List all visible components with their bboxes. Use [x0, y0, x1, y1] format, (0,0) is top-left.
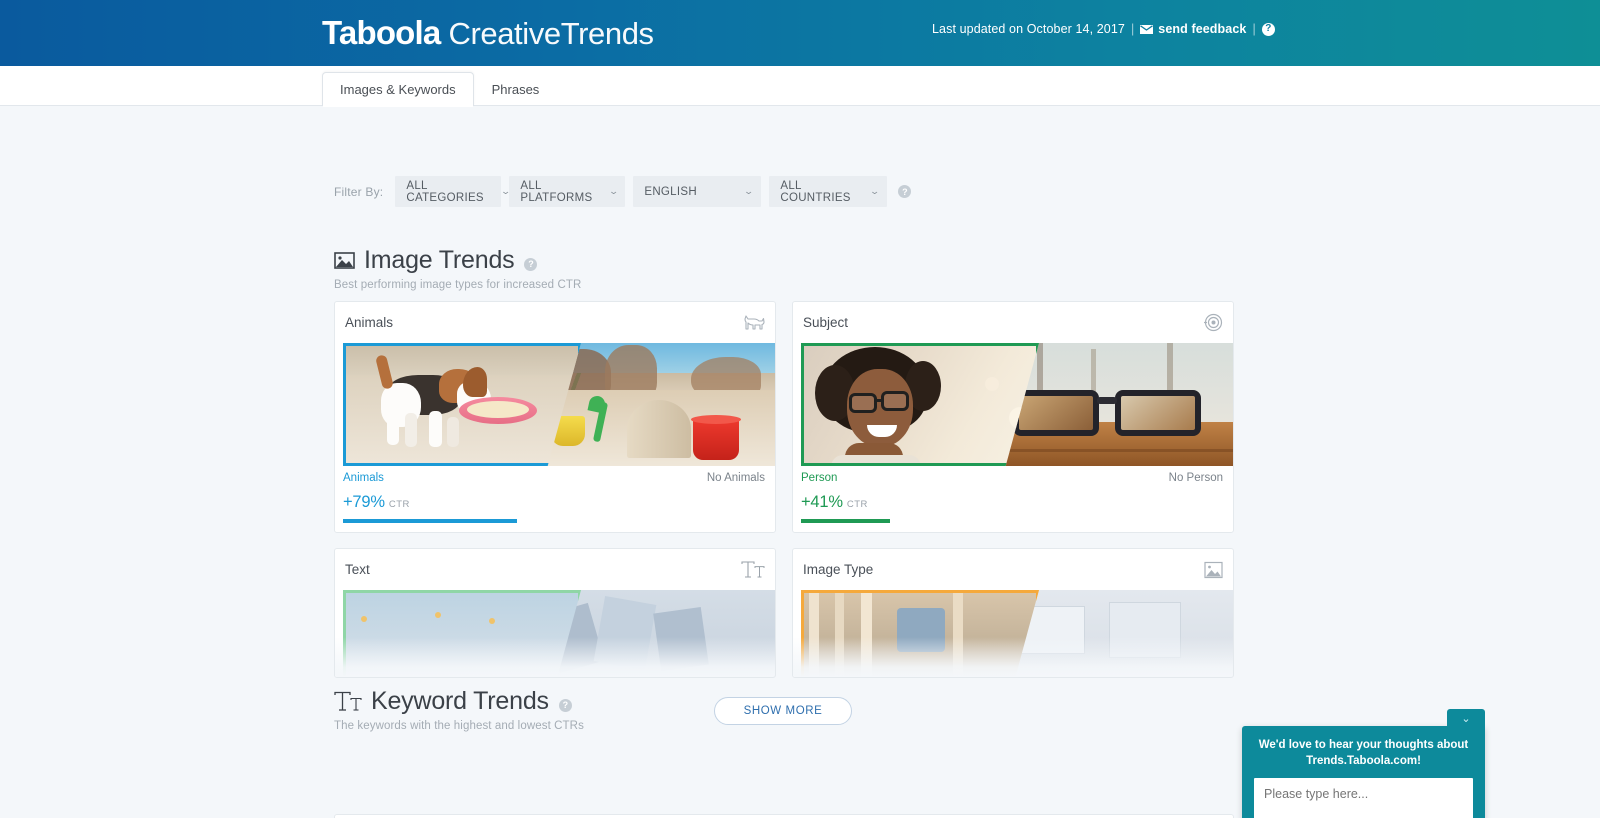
chevron-down-icon: ⌄	[868, 186, 880, 196]
card-legend-subject: Person No Person	[793, 466, 1233, 484]
image-person-highlight-frame	[801, 343, 1039, 466]
send-feedback-link[interactable]: send feedback	[1158, 22, 1246, 36]
legend-loser-animals: No Animals	[706, 472, 765, 484]
image-trend-card-animals[interactable]: Animals Animals No Animals +79% CTR	[334, 301, 776, 533]
legend-winner-animals: Animals	[343, 472, 384, 484]
filter-bar: Filter By: ALL CATEGORIES ⌄ ALL PLATFORM…	[334, 176, 912, 207]
tab-phrases[interactable]: Phrases	[474, 72, 558, 106]
image-trends-subtitle: Best performing image types for increase…	[334, 279, 582, 291]
ctr-unit-subject: CTR	[846, 499, 868, 510]
help-circle-icon[interactable]: ?	[1261, 22, 1275, 36]
card-image-comparison-text	[335, 590, 775, 677]
keyword-trends-section-header: Keyword Trends ? The keywords with the h…	[334, 687, 584, 732]
filter-by-label: Filter By:	[334, 184, 384, 199]
dog-icon	[743, 314, 765, 331]
card-title-animals: Animals	[345, 315, 394, 330]
card-image-comparison-subject	[793, 343, 1233, 466]
filter-select-platforms-value: ALL PLATFORMS	[520, 179, 593, 204]
chevron-down-icon: ⌄	[1461, 712, 1471, 725]
feedback-textarea[interactable]	[1254, 778, 1473, 818]
image-type-highlight-frame	[801, 590, 1039, 677]
show-more-label: SHOW MORE	[743, 705, 823, 717]
feedback-collapse-button[interactable]: ⌄	[1447, 709, 1485, 727]
brand-name-taboola: Taboola	[322, 14, 441, 51]
text-icon	[741, 560, 765, 579]
card-title-subject: Subject	[803, 315, 849, 330]
image-trend-card-subject[interactable]: Subject Person No Person +41% CTR	[792, 301, 1234, 533]
keyword-trends-help-icon[interactable]: ?	[558, 698, 572, 712]
legend-winner-subject: Person	[801, 472, 838, 484]
filter-select-platforms[interactable]: ALL PLATFORMS ⌄	[509, 176, 626, 207]
image-trends-title: Image Trends	[364, 246, 515, 274]
image-no-person[interactable]	[999, 343, 1233, 466]
envelope-icon	[1140, 24, 1154, 34]
filter-select-countries-value: ALL COUNTRIES	[780, 179, 851, 204]
keyword-trends-title: Keyword Trends	[371, 687, 549, 715]
ctr-unit-animals: CTR	[388, 499, 410, 510]
card-legend-animals: Animals No Animals	[335, 466, 775, 484]
legend-loser-subject: No Person	[1168, 472, 1223, 484]
card-title-image-type: Image Type	[803, 562, 874, 577]
ctr-bar-fill-animals	[343, 519, 517, 523]
filter-select-language-value: ENGLISH	[644, 185, 697, 198]
card-image-comparison-animals	[335, 343, 775, 466]
text-icon	[334, 691, 362, 712]
ctr-bar-fill-subject	[801, 519, 891, 523]
image-trend-card-image-type[interactable]: Image Type	[792, 548, 1234, 678]
tab-images-keywords-label: Images & Keywords	[340, 82, 456, 97]
tab-phrases-label: Phrases	[491, 82, 540, 97]
chevron-down-icon: ⌄	[608, 186, 620, 196]
tab-bar: Images & Keywords Phrases	[0, 66, 1600, 107]
target-icon	[1204, 313, 1223, 332]
image-animals-highlight-frame	[343, 343, 581, 466]
image-trends-section-header: Image Trends ? Best performing image typ…	[334, 246, 581, 291]
image-trends-help-icon[interactable]: ?	[524, 257, 538, 271]
image-no-animals[interactable]	[541, 343, 775, 466]
brand-logo[interactable]: Taboola CreativeTrends	[322, 16, 654, 49]
chevron-down-icon: ⌄	[742, 186, 754, 196]
keyword-trends-panel: Strong Engagement Keywords Use to increa…	[334, 814, 1234, 818]
filter-help-icon[interactable]: ?	[898, 185, 912, 198]
filter-select-countries[interactable]: ALL COUNTRIES ⌄	[769, 176, 888, 207]
filter-select-language[interactable]: ENGLISH ⌄	[633, 176, 762, 207]
header-meta: Last updated on October 14, 2017 | send …	[932, 22, 1275, 36]
chevron-down-icon: ⌄	[500, 186, 512, 196]
brand-name-creativetrends: CreativeTrends	[448, 16, 654, 51]
meta-separator-1: |	[1130, 22, 1135, 36]
card-ctr-subject: +41% CTR	[793, 484, 1233, 512]
image-text-highlight-frame	[343, 590, 581, 677]
keyword-trends-subtitle: The keywords with the highest and lowest…	[334, 720, 584, 732]
feedback-widget: ⌄ We'd love to hear your thoughts about …	[1242, 709, 1485, 818]
tab-images-keywords[interactable]: Images & Keywords	[322, 72, 474, 107]
filter-select-categories[interactable]: ALL CATEGORIES ⌄	[395, 176, 511, 207]
card-image-comparison-image-type	[793, 590, 1233, 677]
ctr-bar-track-subject	[801, 519, 1225, 523]
page-body: Filter By: ALL CATEGORIES ⌄ ALL PLATFORM…	[0, 106, 1600, 818]
feedback-widget-title: We'd love to hear your thoughts about Tr…	[1258, 739, 1469, 767]
image-icon	[334, 251, 355, 270]
ctr-value-animals: +79%	[343, 493, 385, 511]
image-trend-card-text[interactable]: Text	[334, 548, 776, 678]
ctr-bar-track-animals	[343, 519, 767, 523]
top-header-bar: Taboola CreativeTrends Last updated on O…	[0, 0, 1600, 66]
filter-select-categories-value: ALL CATEGORIES	[406, 179, 484, 204]
last-updated-text: Last updated on October 14, 2017	[932, 22, 1125, 36]
meta-separator-2: |	[1252, 22, 1256, 36]
image-type-icon	[1204, 561, 1223, 579]
ctr-value-subject: +41%	[801, 493, 843, 511]
card-title-text: Text	[345, 562, 370, 577]
show-more-button[interactable]: SHOW MORE	[714, 697, 852, 725]
card-ctr-animals: +79% CTR	[335, 484, 775, 512]
